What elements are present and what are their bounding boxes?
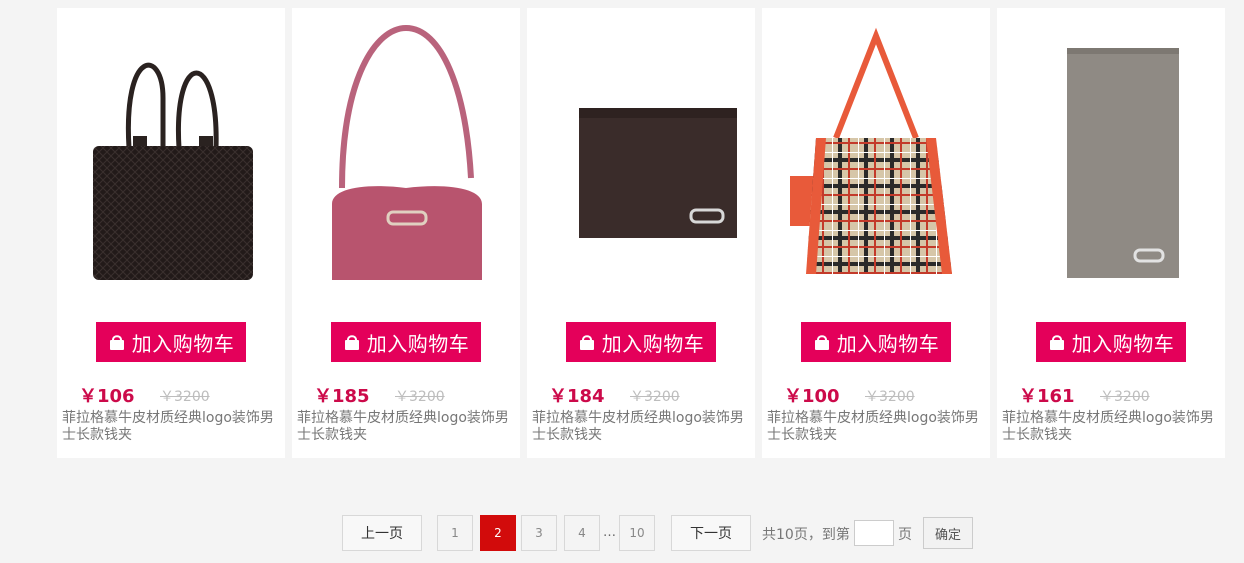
add-to-cart-button[interactable]: 加入购物车 (1036, 322, 1186, 362)
shopping-bag-icon (814, 335, 829, 350)
product-description[interactable]: 菲拉格慕牛皮材质经典logo装饰男士长款钱夹 (767, 410, 982, 444)
product-card[interactable]: 加入购物车 ￥184 ￥3200 菲拉格慕牛皮材质经典logo装饰男士长款钱夹 (527, 8, 755, 458)
prev-page-button[interactable]: 上一页 (342, 515, 422, 551)
add-to-cart-label: 加入购物车 (366, 331, 470, 356)
product-description[interactable]: 菲拉格慕牛皮材质经典logo装饰男士长款钱夹 (1002, 410, 1217, 444)
page-ellipsis: … (603, 525, 616, 540)
add-to-cart-label: 加入购物车 (836, 331, 940, 356)
pagination: 上一页 1 2 3 4 … 10 下一页 共10页，到第 页 确定 (0, 515, 1244, 553)
product-original-price: ￥3200 (865, 389, 915, 405)
product-price: ￥184 (549, 386, 605, 407)
product-description[interactable]: 菲拉格慕牛皮材质经典logo装饰男士长款钱夹 (297, 410, 512, 444)
next-page-button[interactable]: 下一页 (671, 515, 751, 551)
confirm-page-button[interactable]: 确定 (923, 517, 973, 549)
add-to-cart-label: 加入购物车 (601, 331, 705, 356)
product-price: ￥106 (79, 386, 135, 407)
page-number-4[interactable]: 4 (564, 515, 600, 551)
product-card[interactable]: 加入购物车 ￥185 ￥3200 菲拉格慕牛皮材质经典logo装饰男士长款钱夹 (292, 8, 520, 458)
add-to-cart-button[interactable]: 加入购物车 (801, 322, 951, 362)
page-unit-label: 页 (898, 527, 912, 543)
page-number-last[interactable]: 10 (619, 515, 655, 551)
shopping-bag-icon (1049, 335, 1064, 350)
page-number-2-current[interactable]: 2 (480, 515, 516, 551)
shopping-bag-icon (344, 335, 359, 350)
product-card[interactable]: 加入购物车 ￥106 ￥3200 菲拉格慕牛皮材质经典logo装饰男士长款钱夹 (57, 8, 285, 458)
product-image[interactable] (292, 8, 520, 308)
product-original-price: ￥3200 (160, 389, 210, 405)
product-description[interactable]: 菲拉格慕牛皮材质经典logo装饰男士长款钱夹 (62, 410, 277, 444)
total-pages-label: 共10页，到第 (762, 527, 850, 543)
product-image[interactable] (527, 8, 755, 308)
goto-page-input[interactable] (854, 520, 894, 546)
page-number-3[interactable]: 3 (521, 515, 557, 551)
product-card[interactable]: 加入购物车 ￥161 ￥3200 菲拉格慕牛皮材质经典logo装饰男士长款钱夹 (997, 8, 1225, 458)
page-number-1[interactable]: 1 (437, 515, 473, 551)
product-description[interactable]: 菲拉格慕牛皮材质经典logo装饰男士长款钱夹 (532, 410, 747, 444)
product-grid: 加入购物车 ￥106 ￥3200 菲拉格慕牛皮材质经典logo装饰男士长款钱夹 … (57, 8, 1225, 458)
add-to-cart-button[interactable]: 加入购物车 (331, 322, 481, 362)
shopping-bag-icon (109, 335, 124, 350)
product-original-price: ￥3200 (395, 389, 445, 405)
product-original-price: ￥3200 (630, 389, 680, 405)
product-original-price: ￥3200 (1100, 389, 1150, 405)
add-to-cart-label: 加入购物车 (131, 331, 235, 356)
product-image[interactable] (997, 8, 1225, 308)
product-price: ￥100 (784, 386, 840, 407)
shopping-bag-icon (579, 335, 594, 350)
add-to-cart-button[interactable]: 加入购物车 (566, 322, 716, 362)
add-to-cart-button[interactable]: 加入购物车 (96, 322, 246, 362)
add-to-cart-label: 加入购物车 (1071, 331, 1175, 356)
product-image[interactable] (57, 8, 285, 308)
product-image[interactable] (762, 8, 990, 308)
product-card[interactable]: 加入购物车 ￥100 ￥3200 菲拉格慕牛皮材质经典logo装饰男士长款钱夹 (762, 8, 990, 458)
product-price: ￥185 (314, 386, 370, 407)
product-price: ￥161 (1019, 386, 1075, 407)
